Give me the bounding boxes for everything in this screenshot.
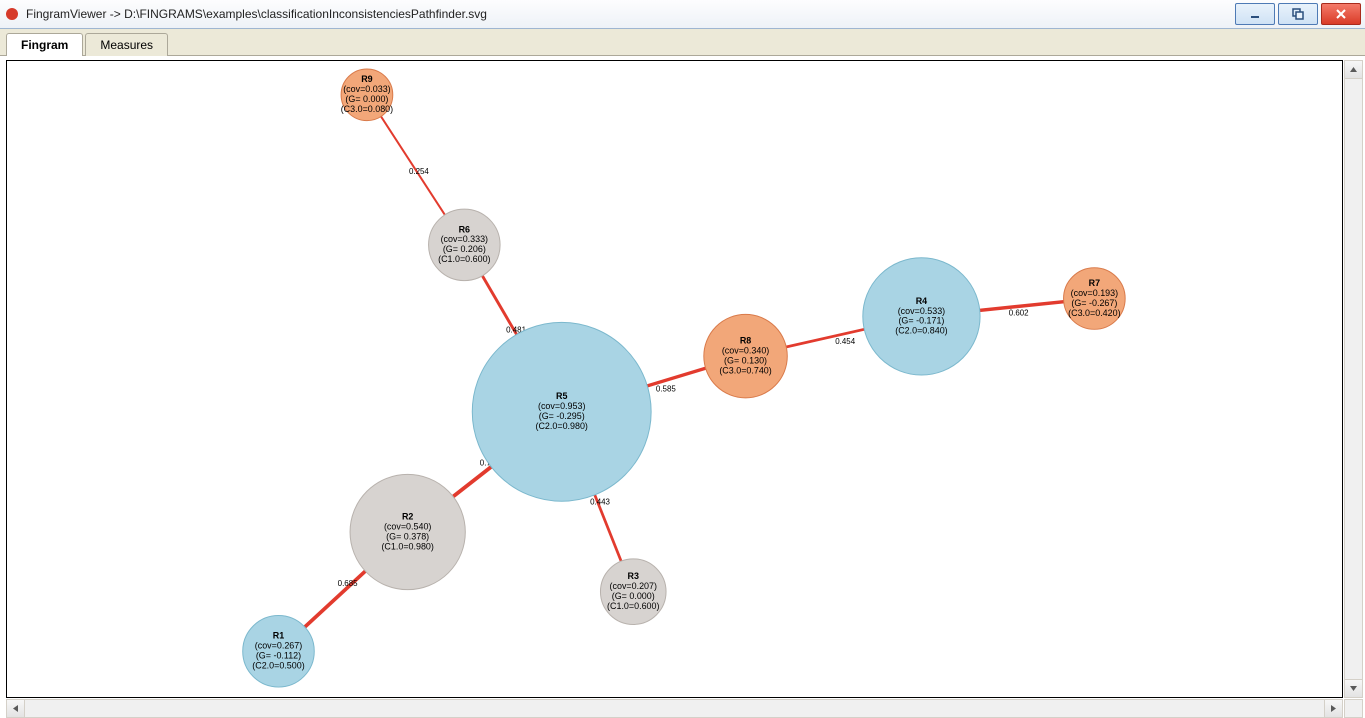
node-label: (C1.0=0.980) [381,541,433,551]
edge-label-R5-R8: 0.585 [656,385,676,394]
scroll-up-button[interactable] [1345,61,1362,79]
node-label: (G= -0.295) [539,411,585,421]
graph-svg: 0.2540.4810.5850.4540.6020.7150.6850.443… [7,61,1342,697]
node-label: (G= 0.000) [612,591,655,601]
window-title: FingramViewer -> D:\FINGRAMS\examples\cl… [26,7,1235,21]
scroll-corner [1344,699,1363,718]
node-R7[interactable]: R7(cov=0.193)(G= -0.267)(C3.0=0.420) [1064,268,1126,330]
node-label: R8 [740,336,751,346]
node-R8[interactable]: R8(cov=0.340)(G= 0.130)(C3.0=0.740) [704,314,787,397]
node-label: R2 [402,511,413,521]
minimize-button[interactable] [1235,3,1275,25]
node-label: (C1.0=0.600) [438,254,490,264]
node-label: R3 [628,571,639,581]
node-R3[interactable]: R3(cov=0.207)(G= 0.000)(C1.0=0.600) [600,559,666,625]
node-label: (C2.0=0.840) [895,326,947,336]
node-label: R5 [556,391,567,401]
edge-label-R5-R3: 0.443 [590,498,610,507]
node-label: (cov=0.207) [610,581,657,591]
scroll-left-button[interactable] [7,700,25,717]
tab-strip: Fingram Measures [0,29,1365,56]
node-R2[interactable]: R2(cov=0.540)(G= 0.378)(C1.0=0.980) [350,474,465,589]
node-R6[interactable]: R6(cov=0.333)(G= 0.206)(C1.0=0.600) [429,209,501,281]
tab-measures[interactable]: Measures [85,33,168,56]
node-label: (C3.0=0.740) [719,365,771,375]
edge-label-R9-R6: 0.254 [409,167,429,176]
node-label: R1 [273,631,284,641]
scroll-right-button[interactable] [1324,700,1342,717]
edge-label-R8-R4: 0.454 [835,337,855,346]
node-R1[interactable]: R1(cov=0.267)(G= -0.112)(C2.0=0.500) [243,616,315,688]
node-R5[interactable]: R5(cov=0.953)(G= -0.295)(C2.0=0.980) [472,322,651,501]
node-label: (G= 0.130) [724,355,767,365]
close-button[interactable] [1321,3,1361,25]
window-buttons [1235,3,1361,25]
node-label: (G= 0.000) [345,94,388,104]
node-label: R7 [1089,278,1100,288]
node-label: (G= -0.267) [1071,298,1117,308]
node-label: (C3.0=0.420) [1068,308,1120,318]
edge-label-R4-R7: 0.602 [1009,308,1029,317]
node-label: (cov=0.333) [441,234,488,244]
node-label: (C3.0=0.080) [341,104,393,114]
app-icon [4,6,20,22]
node-label: (G= 0.206) [443,244,486,254]
horizontal-scrollbar[interactable] [6,699,1343,718]
node-label: (C2.0=0.500) [252,661,304,671]
node-R4[interactable]: R4(cov=0.533)(G= -0.171)(C2.0=0.840) [863,258,980,375]
node-label: (G= -0.171) [898,316,944,326]
node-label: (G= -0.112) [256,651,301,661]
node-label: (cov=0.953) [538,401,585,411]
node-label: (cov=0.533) [898,306,945,316]
content-area: 0.2540.4810.5850.4540.6020.7150.6850.443… [0,56,1365,718]
graph-canvas[interactable]: 0.2540.4810.5850.4540.6020.7150.6850.443… [6,60,1343,698]
node-label: (cov=0.267) [255,641,302,651]
edge-label-R2-R1: 0.685 [338,579,358,588]
node-label: (cov=0.033) [343,84,390,94]
node-label: (C1.0=0.600) [607,601,659,611]
node-label: (G= 0.378) [386,531,429,541]
node-label: R6 [459,224,470,234]
node-label: (cov=0.193) [1071,288,1118,298]
scroll-down-button[interactable] [1345,679,1362,697]
vertical-scrollbar[interactable] [1344,60,1363,698]
node-label: (C2.0=0.980) [535,421,587,431]
node-label: R4 [916,296,927,306]
node-R9[interactable]: R9(cov=0.033)(G= 0.000)(C3.0=0.080) [341,69,393,121]
maximize-button[interactable] [1278,3,1318,25]
node-label: R9 [361,74,372,84]
node-label: (cov=0.540) [384,521,431,531]
titlebar: FingramViewer -> D:\FINGRAMS\examples\cl… [0,0,1365,29]
tab-fingram[interactable]: Fingram [6,33,83,56]
node-label: (cov=0.340) [722,346,769,356]
